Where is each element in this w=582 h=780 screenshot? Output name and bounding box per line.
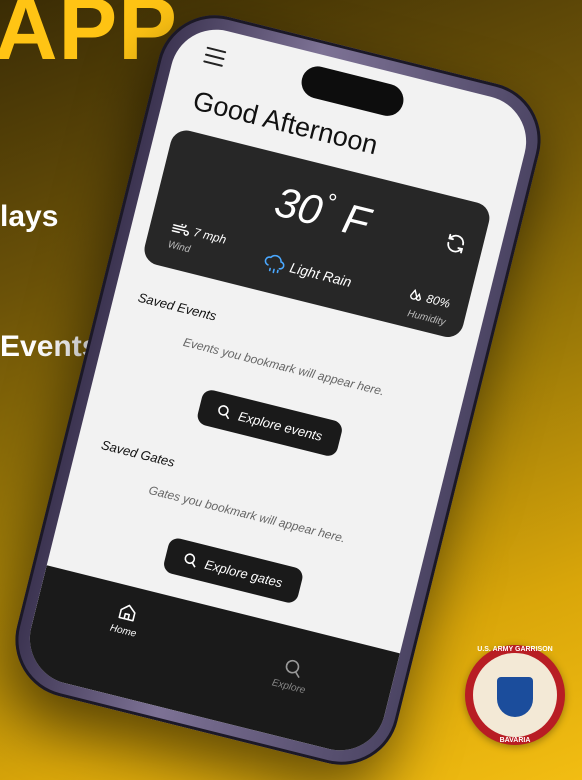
condition-info: Light Rain: [260, 251, 354, 294]
logo-bottom-text: BAVARIA: [499, 737, 531, 744]
wind-icon: [171, 222, 189, 236]
phone-mockup: Good Afternoon 30° F 7 mph Wind Light Ra…: [3, 2, 553, 778]
humidity-label: Humidity: [406, 308, 447, 329]
wind-info: 7 mph Wind: [167, 220, 228, 263]
condition-text: Light Rain: [288, 259, 354, 290]
tab-explore[interactable]: Explore: [258, 651, 325, 699]
explore-gates-label: Explore gates: [203, 556, 285, 591]
saved-gates-empty-message: Gates you bookmark will appear here.: [147, 482, 347, 546]
tab-home-label: Home: [108, 622, 138, 640]
logo-shield-icon: [497, 677, 533, 717]
saved-events-empty-message: Events you bookmark will appear here.: [181, 334, 386, 399]
explore-gates-button[interactable]: Explore gates: [161, 536, 305, 605]
humidity-info: 80% Humidity: [403, 287, 452, 329]
bottom-tab-bar: Home Explore: [20, 565, 400, 761]
dynamic-island: [298, 63, 407, 120]
explore-events-label: Explore events: [236, 407, 324, 444]
hamburger-menu-icon[interactable]: [202, 46, 227, 72]
humidity-value: 80%: [424, 291, 452, 311]
phone-screen: Good Afternoon 30° F 7 mph Wind Light Ra…: [20, 19, 536, 761]
search-icon: [184, 553, 196, 568]
tab-explore-label: Explore: [270, 677, 307, 697]
tab-home[interactable]: Home: [93, 595, 160, 643]
humidity-icon: [410, 288, 422, 301]
promo-app-heading: APP: [0, 0, 178, 78]
logo-top-text: U.S. ARMY GARRISON: [477, 646, 553, 653]
wind-value: 7 mph: [192, 225, 228, 247]
search-icon: [285, 659, 300, 679]
rain-cloud-icon: [264, 254, 285, 274]
saved-gates-title: Saved Gates: [99, 437, 177, 470]
search-icon: [218, 405, 230, 420]
temperature-unit: F: [338, 194, 375, 247]
explore-events-button[interactable]: Explore events: [195, 388, 344, 458]
logo-inner: [473, 653, 557, 737]
home-icon: [118, 604, 136, 622]
promo-line-1: lays: [0, 200, 59, 233]
phone-frame: Good Afternoon 30° F 7 mph Wind Light Ra…: [3, 2, 553, 778]
garrison-logo: U.S. ARMY GARRISON BAVARIA: [465, 645, 565, 745]
temperature-value: 30: [270, 177, 328, 235]
saved-events-title: Saved Events: [136, 289, 219, 324]
